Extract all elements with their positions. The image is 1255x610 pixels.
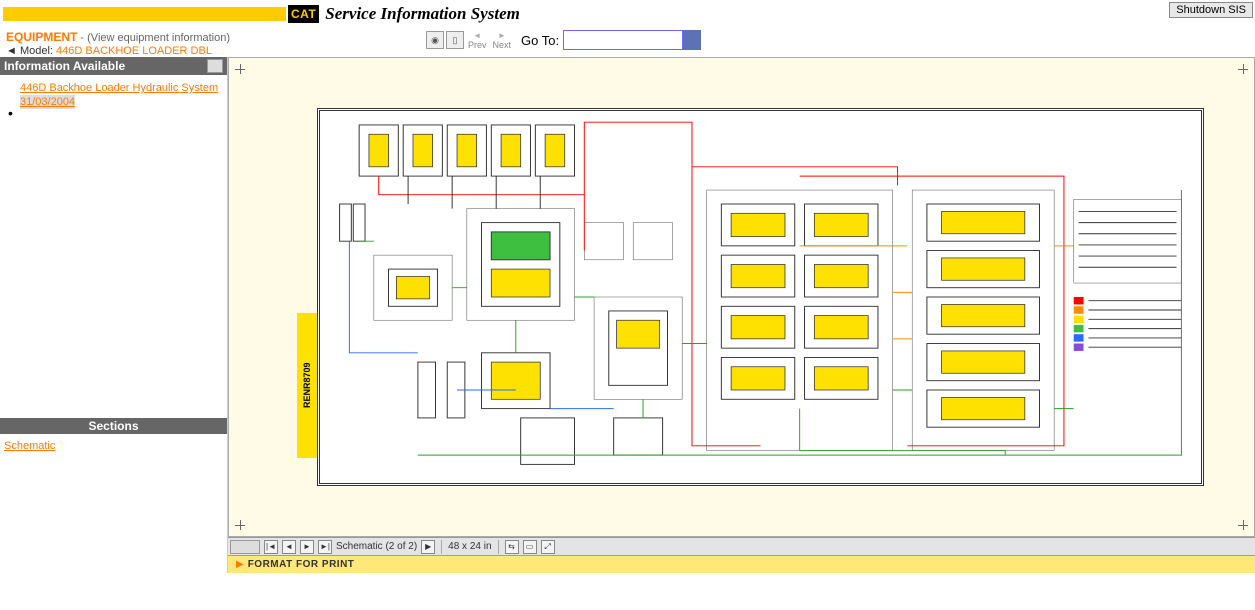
model-label: Model: — [20, 45, 53, 57]
model-line: ◄ Model: 446D BACKHOE LOADER DBL — [6, 45, 416, 57]
bullet-icon: • — [8, 105, 13, 121]
format-for-print-link[interactable]: FORMAT FOR PRINT — [248, 559, 355, 570]
sidebar-item-doc-date[interactable]: 31/03/2004 — [20, 95, 75, 109]
app-header: CAT Service Information System Shutdown … — [0, 0, 1255, 28]
sidebar-collapse-icon[interactable] — [207, 59, 223, 73]
sidebar-section-schematic[interactable]: Schematic — [4, 440, 55, 452]
prev-page-icon[interactable]: ◄ — [282, 540, 296, 554]
prev-label: Prev — [468, 40, 487, 50]
first-page-icon[interactable]: |◄ — [264, 540, 278, 554]
play-icon[interactable]: ▶ — [421, 540, 435, 554]
prev-arrow-icon[interactable]: ◄ — [473, 31, 481, 40]
header-accent-bar — [3, 7, 286, 21]
goto-label: Go To: — [521, 33, 559, 48]
document-icon[interactable]: ▯ — [446, 31, 464, 49]
shutdown-button[interactable]: Shutdown SIS — [1169, 2, 1253, 18]
app-title: Service Information System — [325, 4, 520, 24]
viewer: RENR8709 — [228, 57, 1255, 573]
schematic-diagram — [317, 108, 1204, 486]
format-arrow-icon: ▶ — [236, 559, 244, 570]
viewer-canvas[interactable]: RENR8709 — [228, 57, 1255, 537]
next-page-icon[interactable]: ► — [300, 540, 314, 554]
equipment-view-link[interactable]: - (View equipment information) — [80, 32, 230, 44]
goto-dropdown-icon[interactable] — [683, 30, 701, 50]
nav-toolbar: ◉ ▯ ◄ Prev ► Next Go To: — [426, 30, 701, 50]
sidebar-info-header: Information Available — [0, 57, 227, 75]
zoom-icon[interactable]: ⤢ — [541, 540, 555, 554]
viewer-status-bar: |◄ ◄ ► ►| Schematic (2 of 2) ▶ 48 x 24 i… — [228, 537, 1255, 555]
sidebar-item-doc-title[interactable]: 446D Backhoe Loader Hydraulic System — [20, 81, 225, 95]
globe-icon[interactable]: ◉ — [426, 31, 444, 49]
next-label: Next — [493, 40, 512, 50]
main-area: Information Available • 446D Backhoe Loa… — [0, 57, 1255, 573]
document-id-label: RENR8709 — [297, 313, 317, 458]
equipment-info: EQUIPMENT - (View equipment information)… — [6, 30, 416, 57]
format-bar: ▶ FORMAT FOR PRINT — [228, 555, 1255, 573]
model-value: 446D BACKHOE LOADER DBL — [56, 45, 212, 57]
fit-page-icon[interactable]: ▭ — [523, 540, 537, 554]
last-page-icon[interactable]: ►| — [318, 540, 332, 554]
sidebar-info-header-label: Information Available — [4, 59, 125, 73]
fit-width-icon[interactable]: ⇆ — [505, 540, 519, 554]
sidebar-sections-body: Schematic — [0, 434, 227, 458]
back-arrow-icon[interactable]: ◄ — [6, 45, 17, 57]
equipment-bar: EQUIPMENT - (View equipment information)… — [0, 28, 1255, 57]
sidebar: Information Available • 446D Backhoe Loa… — [0, 57, 228, 573]
sidebar-info-body: • 446D Backhoe Loader Hydraulic System 3… — [0, 75, 227, 198]
sidebar-sections-header: Sections — [0, 418, 227, 434]
horizontal-scrollbar[interactable] — [230, 540, 260, 554]
next-arrow-icon[interactable]: ► — [498, 31, 506, 40]
cat-logo: CAT — [288, 5, 319, 23]
cat-logo-text: CAT — [291, 7, 316, 21]
page-size-label: 48 x 24 in — [448, 541, 491, 552]
equipment-title: EQUIPMENT — [6, 30, 77, 44]
goto-select[interactable] — [563, 30, 683, 50]
status-title: Schematic (2 of 2) — [336, 541, 417, 552]
